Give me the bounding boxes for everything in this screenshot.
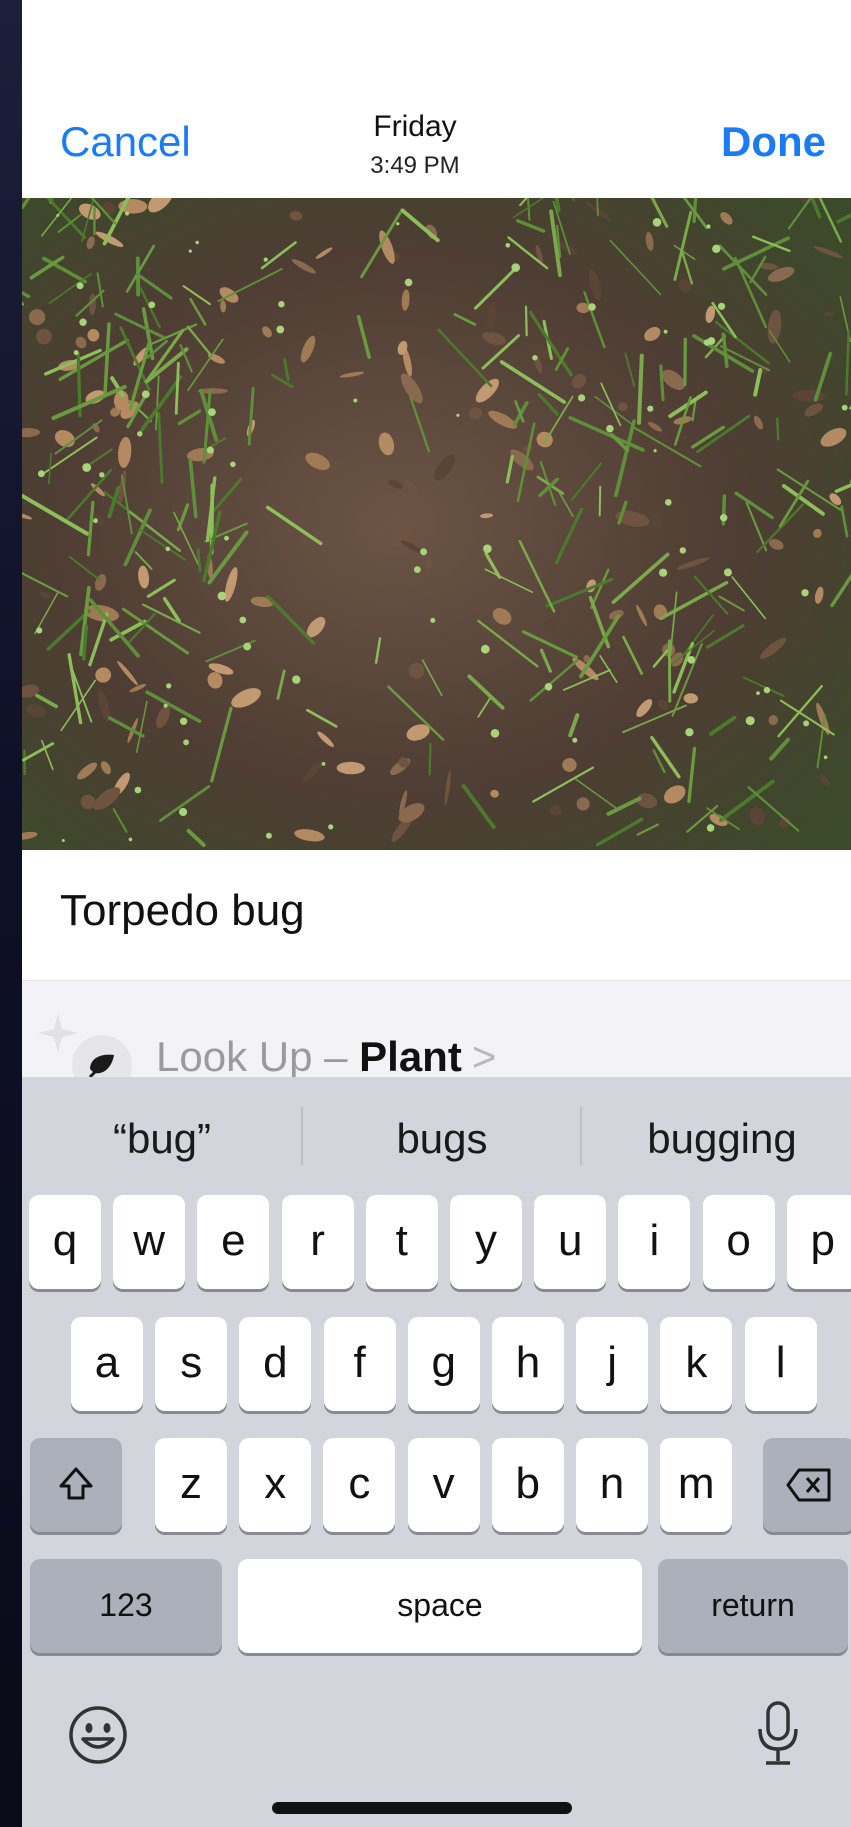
shift-icon: [59, 1467, 93, 1500]
key-c[interactable]: c: [323, 1438, 396, 1532]
key-t[interactable]: t: [365, 1195, 438, 1289]
photo-preview: [22, 198, 851, 850]
suggestion-3[interactable]: bugging: [602, 1109, 842, 1169]
home-indicator: [272, 1802, 572, 1814]
key-l[interactable]: l: [744, 1317, 817, 1411]
return-key[interactable]: return: [658, 1559, 848, 1653]
key-z[interactable]: z: [155, 1438, 227, 1532]
suggestion-1[interactable]: “bug”: [42, 1109, 282, 1169]
key-d[interactable]: d: [239, 1317, 312, 1411]
look-up-label: Look Up – Plant >: [156, 1033, 496, 1077]
key-r[interactable]: r: [281, 1195, 354, 1289]
keyboard: “bug” bugs bugging qwertyuiop asdfghjkl …: [22, 1077, 851, 1827]
caption-field[interactable]: Torpedo bug: [22, 850, 851, 981]
key-k[interactable]: k: [660, 1317, 733, 1411]
shift-key[interactable]: [30, 1438, 122, 1532]
microphone-icon[interactable]: [750, 1699, 806, 1769]
key-e[interactable]: e: [197, 1195, 270, 1289]
key-f[interactable]: f: [323, 1317, 396, 1411]
key-n[interactable]: n: [576, 1438, 648, 1532]
nav-bar: Cancel Friday 3:49 PM Done: [22, 0, 851, 198]
key-a[interactable]: a: [71, 1317, 143, 1411]
delete-key[interactable]: [763, 1438, 851, 1532]
key-b[interactable]: b: [491, 1438, 564, 1532]
look-up-prefix: Look Up –: [156, 1033, 360, 1077]
suggestion-divider: [301, 1107, 303, 1165]
key-o[interactable]: o: [702, 1195, 775, 1289]
key-q[interactable]: q: [29, 1195, 101, 1289]
done-button[interactable]: Done: [721, 118, 826, 166]
suggestion-2[interactable]: bugs: [322, 1109, 562, 1169]
caption-text: Torpedo bug: [60, 886, 305, 935]
key-m[interactable]: m: [660, 1438, 733, 1532]
key-y[interactable]: y: [450, 1195, 522, 1289]
key-p[interactable]: p: [786, 1195, 851, 1289]
look-up-subject: Plant: [359, 1033, 462, 1077]
leaf-icon: [72, 1035, 132, 1077]
sparkle-icon: [38, 1013, 78, 1053]
space-key[interactable]: space: [238, 1559, 642, 1653]
date-time: 3:49 PM: [370, 152, 460, 179]
key-j[interactable]: j: [576, 1317, 649, 1411]
key-w[interactable]: w: [113, 1195, 186, 1289]
background-left: [0, 0, 22, 1827]
key-i[interactable]: i: [618, 1195, 691, 1289]
emoji-icon[interactable]: [66, 1703, 130, 1767]
numbers-key[interactable]: 123: [30, 1559, 222, 1653]
key-u[interactable]: u: [534, 1195, 607, 1289]
key-h[interactable]: h: [492, 1317, 564, 1411]
look-up-plant-row[interactable]: Look Up – Plant >: [22, 981, 851, 1077]
key-x[interactable]: x: [239, 1438, 312, 1532]
key-g[interactable]: g: [407, 1317, 480, 1411]
date-day: Friday: [373, 110, 457, 143]
edit-caption-screen: Cancel Friday 3:49 PM Done Torpedo bug L…: [22, 0, 851, 1827]
key-s[interactable]: s: [155, 1317, 228, 1411]
delete-icon: [786, 1468, 831, 1502]
suggestion-divider: [580, 1107, 582, 1165]
chevron-right-icon: >: [471, 1033, 497, 1077]
key-v[interactable]: v: [407, 1438, 480, 1532]
